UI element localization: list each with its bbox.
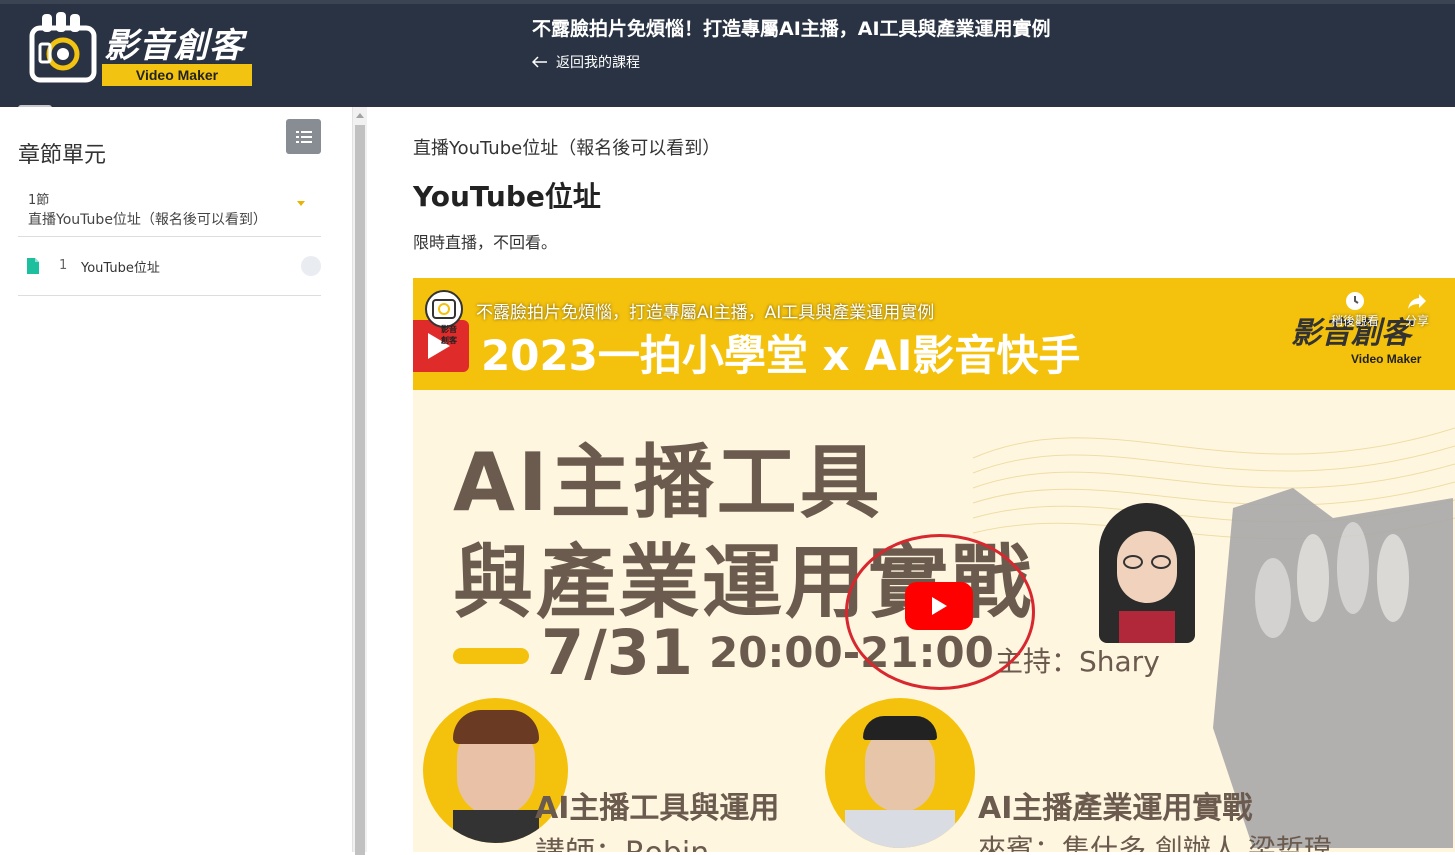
lesson-label: YouTube位址: [81, 261, 160, 276]
lesson-content: 直播YouTube位址（報名後可以看到） YouTube位址 限時直播，不回看。: [367, 107, 1455, 852]
chapter-number: 1節: [28, 193, 50, 208]
share-button[interactable]: 分享: [1405, 290, 1429, 329]
course-title: 不露臉拍片免煩惱！打造專屬AI主播，AI工具與產業運用實例: [532, 18, 1051, 40]
chapter-name: 直播YouTube位址（報名後可以看到）: [28, 212, 267, 228]
back-link-label: 返回我的課程: [556, 55, 640, 71]
sidebar-scrollbar[interactable]: [352, 107, 367, 855]
speaker2-avatar: [825, 698, 975, 848]
youtube-video-embed[interactable]: 影音創客 不露臉拍片免煩惱，打造專屬AI主播，AI工具與產業運用實例 2023一…: [413, 278, 1455, 852]
lesson-description: 限時直播，不回看。: [413, 233, 558, 252]
scrollbar-thumb[interactable]: [355, 125, 365, 855]
event-date: 7/31: [541, 616, 694, 689]
video-brand-subtitle: Video Maker: [1351, 352, 1422, 366]
logo-subtitle: Video Maker: [102, 64, 252, 86]
video-main-title-line1: AI主播工具: [453, 436, 883, 529]
top-navigation-bar: 影音創客 Video Maker 不露臉拍片免煩惱！打造專屬AI主播，AI工具與…: [0, 0, 1455, 111]
logo-wordmark: 影音創客: [104, 26, 244, 66]
file-icon: [27, 258, 39, 274]
decorative-dash: [453, 648, 529, 664]
arrow-left-icon: [532, 56, 547, 68]
lesson-title: YouTube位址: [413, 180, 601, 213]
back-to-courses-link[interactable]: 返回我的課程: [532, 52, 640, 72]
chapter-sidebar: 章節單元 1節 直播YouTube位址（報名後可以看到） 1 YouTube位址: [0, 107, 352, 852]
speaker1-name: 講師：Robin: [535, 828, 709, 852]
channel-avatar-label: 影音創客: [441, 325, 457, 345]
video-headline: 2023一拍小學堂 x AI影音快手: [481, 331, 1081, 380]
lesson-status-indicator: [301, 256, 321, 276]
scroll-up-arrow-icon[interactable]: [356, 113, 364, 118]
watch-later-label: 稍後觀看: [1331, 314, 1380, 328]
sidebar-toggle-button[interactable]: [286, 119, 321, 154]
clock-icon: [1346, 292, 1364, 310]
share-label: 分享: [1405, 314, 1430, 328]
share-icon: [1408, 294, 1426, 309]
watch-later-button[interactable]: 稍後觀看: [1331, 290, 1379, 329]
lesson-index: 1: [59, 258, 68, 273]
play-button-icon[interactable]: [905, 582, 973, 630]
chapter-item[interactable]: 1節 直播YouTube位址（報名後可以看到）: [18, 185, 321, 237]
speaker2-name: 來賓：集什多 創辦人 梁哲瑋: [978, 833, 1332, 852]
chevron-down-icon[interactable]: [297, 201, 305, 206]
video-title[interactable]: 不露臉拍片免煩惱，打造專屬AI主播，AI工具與產業運用實例: [476, 298, 934, 323]
camera-logo-icon: [29, 12, 97, 83]
channel-avatar[interactable]: 影音創客: [425, 290, 463, 345]
speaker1-topic: AI主播工具與運用: [535, 791, 780, 826]
lesson-item[interactable]: 1 YouTube位址: [18, 238, 321, 296]
sidebar-title: 章節單元: [18, 143, 107, 168]
unit-label: 直播YouTube位址（報名後可以看到）: [413, 138, 721, 159]
host-avatar: [1099, 503, 1195, 643]
site-logo[interactable]: 影音創客 Video Maker: [28, 10, 256, 90]
camera-logo-icon: [432, 299, 456, 319]
speaker2-topic: AI主播產業運用實戰: [978, 791, 1253, 826]
list-icon: [295, 130, 312, 143]
